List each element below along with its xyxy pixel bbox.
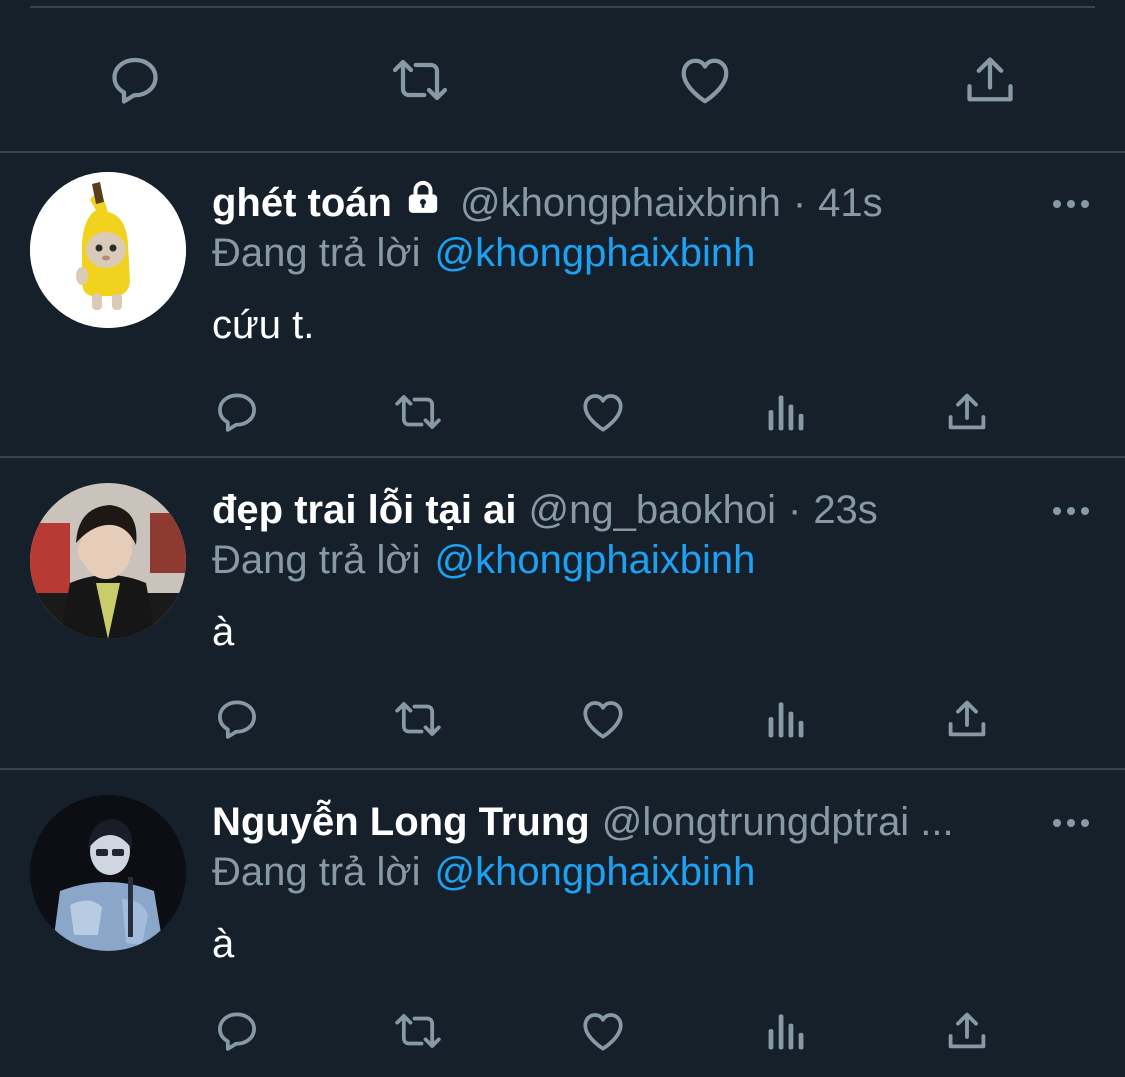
tweet-item[interactable]: Nguyễn Long Trung @longtrungdptrai ... Đ… [0, 795, 1125, 1077]
share-icon[interactable] [942, 691, 992, 747]
retweet-icon[interactable] [390, 691, 446, 747]
analytics-icon[interactable] [764, 384, 808, 440]
tweet-header: ghét toán @khongphaixbinh · 41s [212, 178, 883, 228]
tweet-actions [0, 384, 1125, 440]
like-icon[interactable] [578, 691, 628, 747]
separator: · [792, 181, 807, 225]
reply-mention-link[interactable]: @khongphaixbinh [435, 850, 756, 894]
previous-tweet-actions [0, 48, 1125, 112]
replying-to: Đang trả lời @khongphaixbinh [212, 228, 755, 278]
more-icon[interactable] [1051, 501, 1091, 521]
more-icon[interactable] [1051, 194, 1091, 214]
retweet-icon[interactable] [390, 384, 446, 440]
tweet-text: à [212, 610, 235, 654]
tweet-actions [0, 1003, 1125, 1059]
share-icon[interactable] [958, 48, 1022, 112]
replying-to: Đang trả lời @khongphaixbinh [212, 535, 755, 585]
separator: · [787, 488, 802, 532]
avatar[interactable] [30, 483, 186, 639]
like-icon[interactable] [672, 48, 738, 112]
reply-mention-link[interactable]: @khongphaixbinh [435, 538, 756, 582]
handle[interactable]: @khongphaixbinh [460, 178, 781, 228]
reply-icon[interactable] [212, 384, 262, 440]
tweet-actions [0, 691, 1125, 747]
tweet-text: cứu t. [212, 303, 315, 347]
avatar[interactable] [30, 172, 186, 328]
tweet-divider [0, 151, 1125, 153]
reply-icon[interactable] [212, 691, 262, 747]
reply-icon[interactable] [100, 48, 170, 112]
tweet-divider [0, 768, 1125, 770]
handle[interactable]: @longtrungdptrai ... [602, 797, 954, 847]
more-icon[interactable] [1051, 813, 1091, 833]
avatar[interactable] [30, 795, 186, 951]
previous-tweet-divider [30, 6, 1095, 8]
tweet-divider [0, 456, 1125, 458]
like-icon[interactable] [578, 384, 628, 440]
reply-prefix: Đang trả lời [212, 538, 421, 582]
display-name[interactable]: ghét toán [212, 178, 392, 228]
reply-prefix: Đang trả lời [212, 850, 421, 894]
tweet-header: đẹp trai lỗi tại ai @ng_baokhoi · 23s [212, 485, 878, 535]
timeline: ghét toán @khongphaixbinh · 41s Đang trả… [0, 0, 1125, 1077]
retweet-icon[interactable] [390, 1003, 446, 1059]
display-name[interactable]: đẹp trai lỗi tại ai [212, 485, 517, 535]
reply-icon[interactable] [212, 1003, 262, 1059]
tweet-item[interactable]: ghét toán @khongphaixbinh · 41s Đang trả… [0, 172, 1125, 458]
replying-to: Đang trả lời @khongphaixbinh [212, 847, 755, 897]
handle[interactable]: @ng_baokhoi [529, 485, 776, 535]
reply-prefix: Đang trả lời [212, 231, 421, 275]
timestamp[interactable]: 23s [813, 485, 878, 535]
tweet-text: à [212, 922, 235, 966]
retweet-icon[interactable] [383, 48, 457, 112]
tweet-header: Nguyễn Long Trung @longtrungdptrai ... [212, 797, 954, 847]
lock-icon [402, 177, 444, 229]
analytics-icon[interactable] [764, 1003, 808, 1059]
share-icon[interactable] [942, 384, 992, 440]
like-icon[interactable] [578, 1003, 628, 1059]
analytics-icon[interactable] [764, 691, 808, 747]
display-name[interactable]: Nguyễn Long Trung [212, 797, 590, 847]
tweet-item[interactable]: đẹp trai lỗi tại ai @ng_baokhoi · 23s Đa… [0, 483, 1125, 765]
reply-mention-link[interactable]: @khongphaixbinh [435, 231, 756, 275]
share-icon[interactable] [942, 1003, 992, 1059]
timestamp[interactable]: 41s [818, 178, 883, 228]
